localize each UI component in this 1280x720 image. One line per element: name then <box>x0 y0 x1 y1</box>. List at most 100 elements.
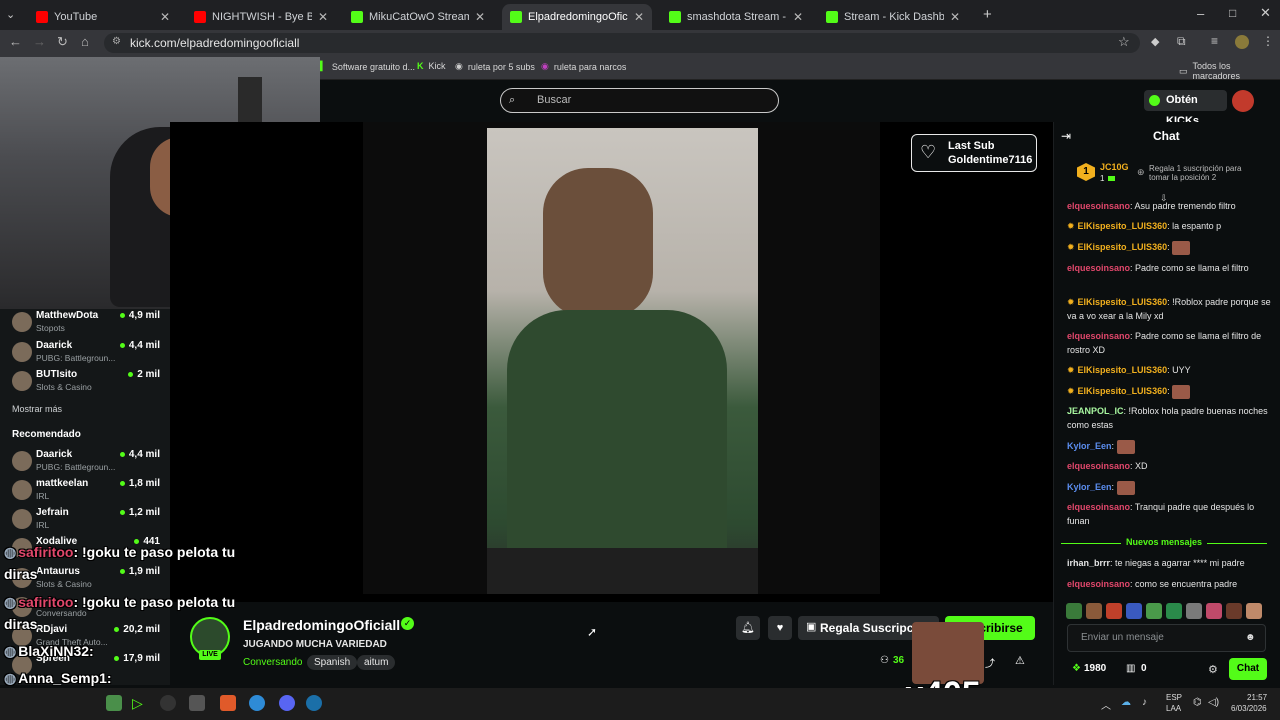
browser-tab[interactable]: NIGHTWISH - Bye Bye Beau ✕ <box>186 4 336 30</box>
leaderboard-user[interactable]: JC10G <box>1100 162 1129 172</box>
tray-chevron-icon[interactable]: ︿ <box>1101 697 1111 712</box>
tag-aitum[interactable]: aitum <box>357 655 396 670</box>
emote-icon[interactable] <box>1126 603 1142 619</box>
taskbar-steam-icon[interactable] <box>306 695 322 711</box>
chat-username[interactable]: elquesoinsano <box>1067 579 1130 589</box>
reload-icon[interactable]: ↻ <box>57 34 68 50</box>
tray-language[interactable]: ESP <box>1166 693 1182 702</box>
site-info-icon[interactable]: ⚙ <box>112 36 121 47</box>
taskbar-obs-icon[interactable] <box>160 695 176 711</box>
stream-category[interactable]: Conversando <box>243 657 302 668</box>
chat-username[interactable]: elquesoinsano <box>1067 263 1130 273</box>
tab-search-chevron-icon[interactable]: ⌄ <box>6 8 15 21</box>
chat-username[interactable]: irhan_brrr <box>1067 558 1110 568</box>
bookmark-item[interactable]: ▍ Software gratuito d... <box>320 61 415 72</box>
taskbar-chrome-icon[interactable] <box>249 695 265 711</box>
tab-list-icon[interactable]: ≡ <box>1211 34 1218 48</box>
tab-close-icon[interactable]: ✕ <box>160 10 170 24</box>
all-bookmarks[interactable]: ▭ Todos los marcadores <box>1179 61 1280 81</box>
browser-menu-icon[interactable]: ⋮ <box>1262 34 1274 48</box>
follow-heart-icon[interactable]: ♥ <box>768 616 792 640</box>
taskbar-app-icon[interactable] <box>106 695 122 711</box>
emote-icon[interactable] <box>1186 603 1202 619</box>
browser-tab[interactable]: YouTube ✕ <box>28 4 178 30</box>
tab-close-icon[interactable]: ✕ <box>950 10 960 24</box>
user-avatar[interactable] <box>1232 90 1254 112</box>
notification-bell-icon[interactable]: 🔔︎ <box>736 616 760 640</box>
new-tab-plus-icon[interactable]: + <box>983 6 992 23</box>
emote-icon[interactable] <box>1146 603 1162 619</box>
sidebar-channel[interactable]: Daarick PUBG: Battlegroun... 4,4 mil <box>10 338 160 366</box>
sidebar-channel[interactable]: MatthewDota Stopots 4,9 mil <box>10 308 160 336</box>
browser-tab[interactable]: ElpadredomingoOficiall Stream ✕ <box>502 4 652 30</box>
sidebar-channel[interactable]: Jefrain IRL 1,2 mil <box>10 505 160 533</box>
report-warning-icon[interactable]: ⚠ <box>1015 654 1025 667</box>
chat-username[interactable]: elquesoinsano <box>1067 201 1130 211</box>
url-field[interactable]: kick.com/elpadredomingooficiall <box>104 33 1140 53</box>
browser-tab[interactable]: Stream - Kick Dashboard ✕ <box>818 4 968 30</box>
emote-icon[interactable] <box>1106 603 1122 619</box>
emote-icon[interactable] <box>1246 603 1262 619</box>
emoji-picker-icon[interactable]: ☻ <box>1245 632 1256 643</box>
chat-username[interactable]: elquesoinsano <box>1067 502 1130 512</box>
sidebar-channel[interactable]: mattkeelan IRL 1,8 mil <box>10 476 160 504</box>
emote-icon[interactable] <box>1166 603 1182 619</box>
taskbar-discord-icon[interactable] <box>279 695 295 711</box>
taskbar-brave-icon[interactable] <box>220 695 236 711</box>
forward-icon[interactable]: → <box>33 34 46 49</box>
minimize-icon[interactable]: – <box>1197 6 1204 21</box>
chat-settings-gear-icon[interactable]: ⚙ <box>1208 663 1218 676</box>
browser-tab[interactable]: MikuCatOwO Stream - Watch L ✕ <box>343 4 493 30</box>
profile-avatar[interactable] <box>1235 35 1249 49</box>
bookmark-item[interactable]: ◉ ruleta para narcos <box>541 61 626 72</box>
home-icon[interactable]: ⌂ <box>81 34 89 49</box>
sidebar-channel[interactable]: Daarick PUBG: Battlegroun... 4,4 mil <box>10 447 160 475</box>
chat-username[interactable]: ElKispesito_LUIS360 <box>1078 365 1168 375</box>
tab-close-icon[interactable]: ✕ <box>793 10 803 24</box>
chat-username[interactable]: Kylor_Een <box>1067 441 1112 451</box>
chat-username[interactable]: ElKispesito_LUIS360 <box>1078 221 1168 231</box>
chat-username[interactable]: elquesoinsano <box>1067 331 1130 341</box>
bookmark-item[interactable]: K Kick <box>417 61 446 71</box>
emote-icon[interactable] <box>1086 603 1102 619</box>
chat-username[interactable]: JEANPOL_IC <box>1067 406 1124 416</box>
chat-message-input[interactable]: Enviar un mensaje <box>1067 624 1266 652</box>
bookmark-item[interactable]: ◉ ruleta por 5 subs <box>455 61 535 72</box>
tag-spanish[interactable]: Spanish <box>307 655 358 670</box>
emote-icon[interactable] <box>1066 603 1082 619</box>
chat-username[interactable]: ElKispesito_LUIS360 <box>1078 297 1168 307</box>
tab-close-icon[interactable]: ✕ <box>634 10 644 24</box>
viewers-icon: ⚇ <box>880 655 889 666</box>
show-more-link[interactable]: Mostrar más <box>12 404 62 414</box>
taskbar-play-icon[interactable]: ▷ <box>132 695 148 711</box>
maximize-icon[interactable]: □ <box>1229 6 1236 20</box>
emote-icon[interactable] <box>1226 603 1242 619</box>
tray-mic-icon[interactable]: ♪ <box>1142 697 1147 708</box>
chat-username[interactable]: ElKispesito_LUIS360 <box>1078 386 1168 396</box>
collapse-chat-icon[interactable]: ⇥ <box>1061 129 1071 143</box>
close-window-icon[interactable]: ✕ <box>1260 5 1271 21</box>
browser-tab[interactable]: smashdota Stream - Watch Live ✕ <box>661 4 811 30</box>
tray-network-icon[interactable]: ⌬ <box>1193 697 1202 708</box>
search-input[interactable]: Buscar <box>500 88 779 113</box>
tab-close-icon[interactable]: ✕ <box>318 10 328 24</box>
bookmark-star-icon[interactable]: ☆ <box>1118 34 1130 50</box>
send-chat-button[interactable]: Chat <box>1229 658 1267 680</box>
channel-name[interactable]: ElpadredomingoOficiall <box>243 617 400 633</box>
taskbar-app-icon[interactable] <box>189 695 205 711</box>
sidebar-channel[interactable]: BUTIsito Slots & Casino 2 mil <box>10 367 160 395</box>
tray-volume-icon[interactable]: ◁) <box>1208 697 1219 708</box>
tray-date[interactable]: 6/03/2026 <box>1231 704 1267 713</box>
tray-cloud-icon[interactable]: ☁ <box>1121 697 1131 708</box>
chat-username[interactable]: Kylor_Een <box>1067 482 1112 492</box>
back-icon[interactable]: ← <box>9 34 22 49</box>
extension-icon[interactable]: ◆ <box>1151 35 1159 48</box>
chat-username[interactable]: ElKispesito_LUIS360 <box>1078 242 1168 252</box>
chat-username[interactable]: elquesoinsano <box>1067 461 1130 471</box>
tray-layout[interactable]: LAA <box>1166 704 1181 713</box>
tab-close-icon[interactable]: ✕ <box>475 10 485 24</box>
share-icon[interactable]: ⤴ <box>985 655 995 670</box>
tray-time[interactable]: 21:57 <box>1247 693 1267 702</box>
emote-icon[interactable] <box>1206 603 1222 619</box>
extensions-puzzle-icon[interactable]: ⧉ <box>1177 34 1186 49</box>
